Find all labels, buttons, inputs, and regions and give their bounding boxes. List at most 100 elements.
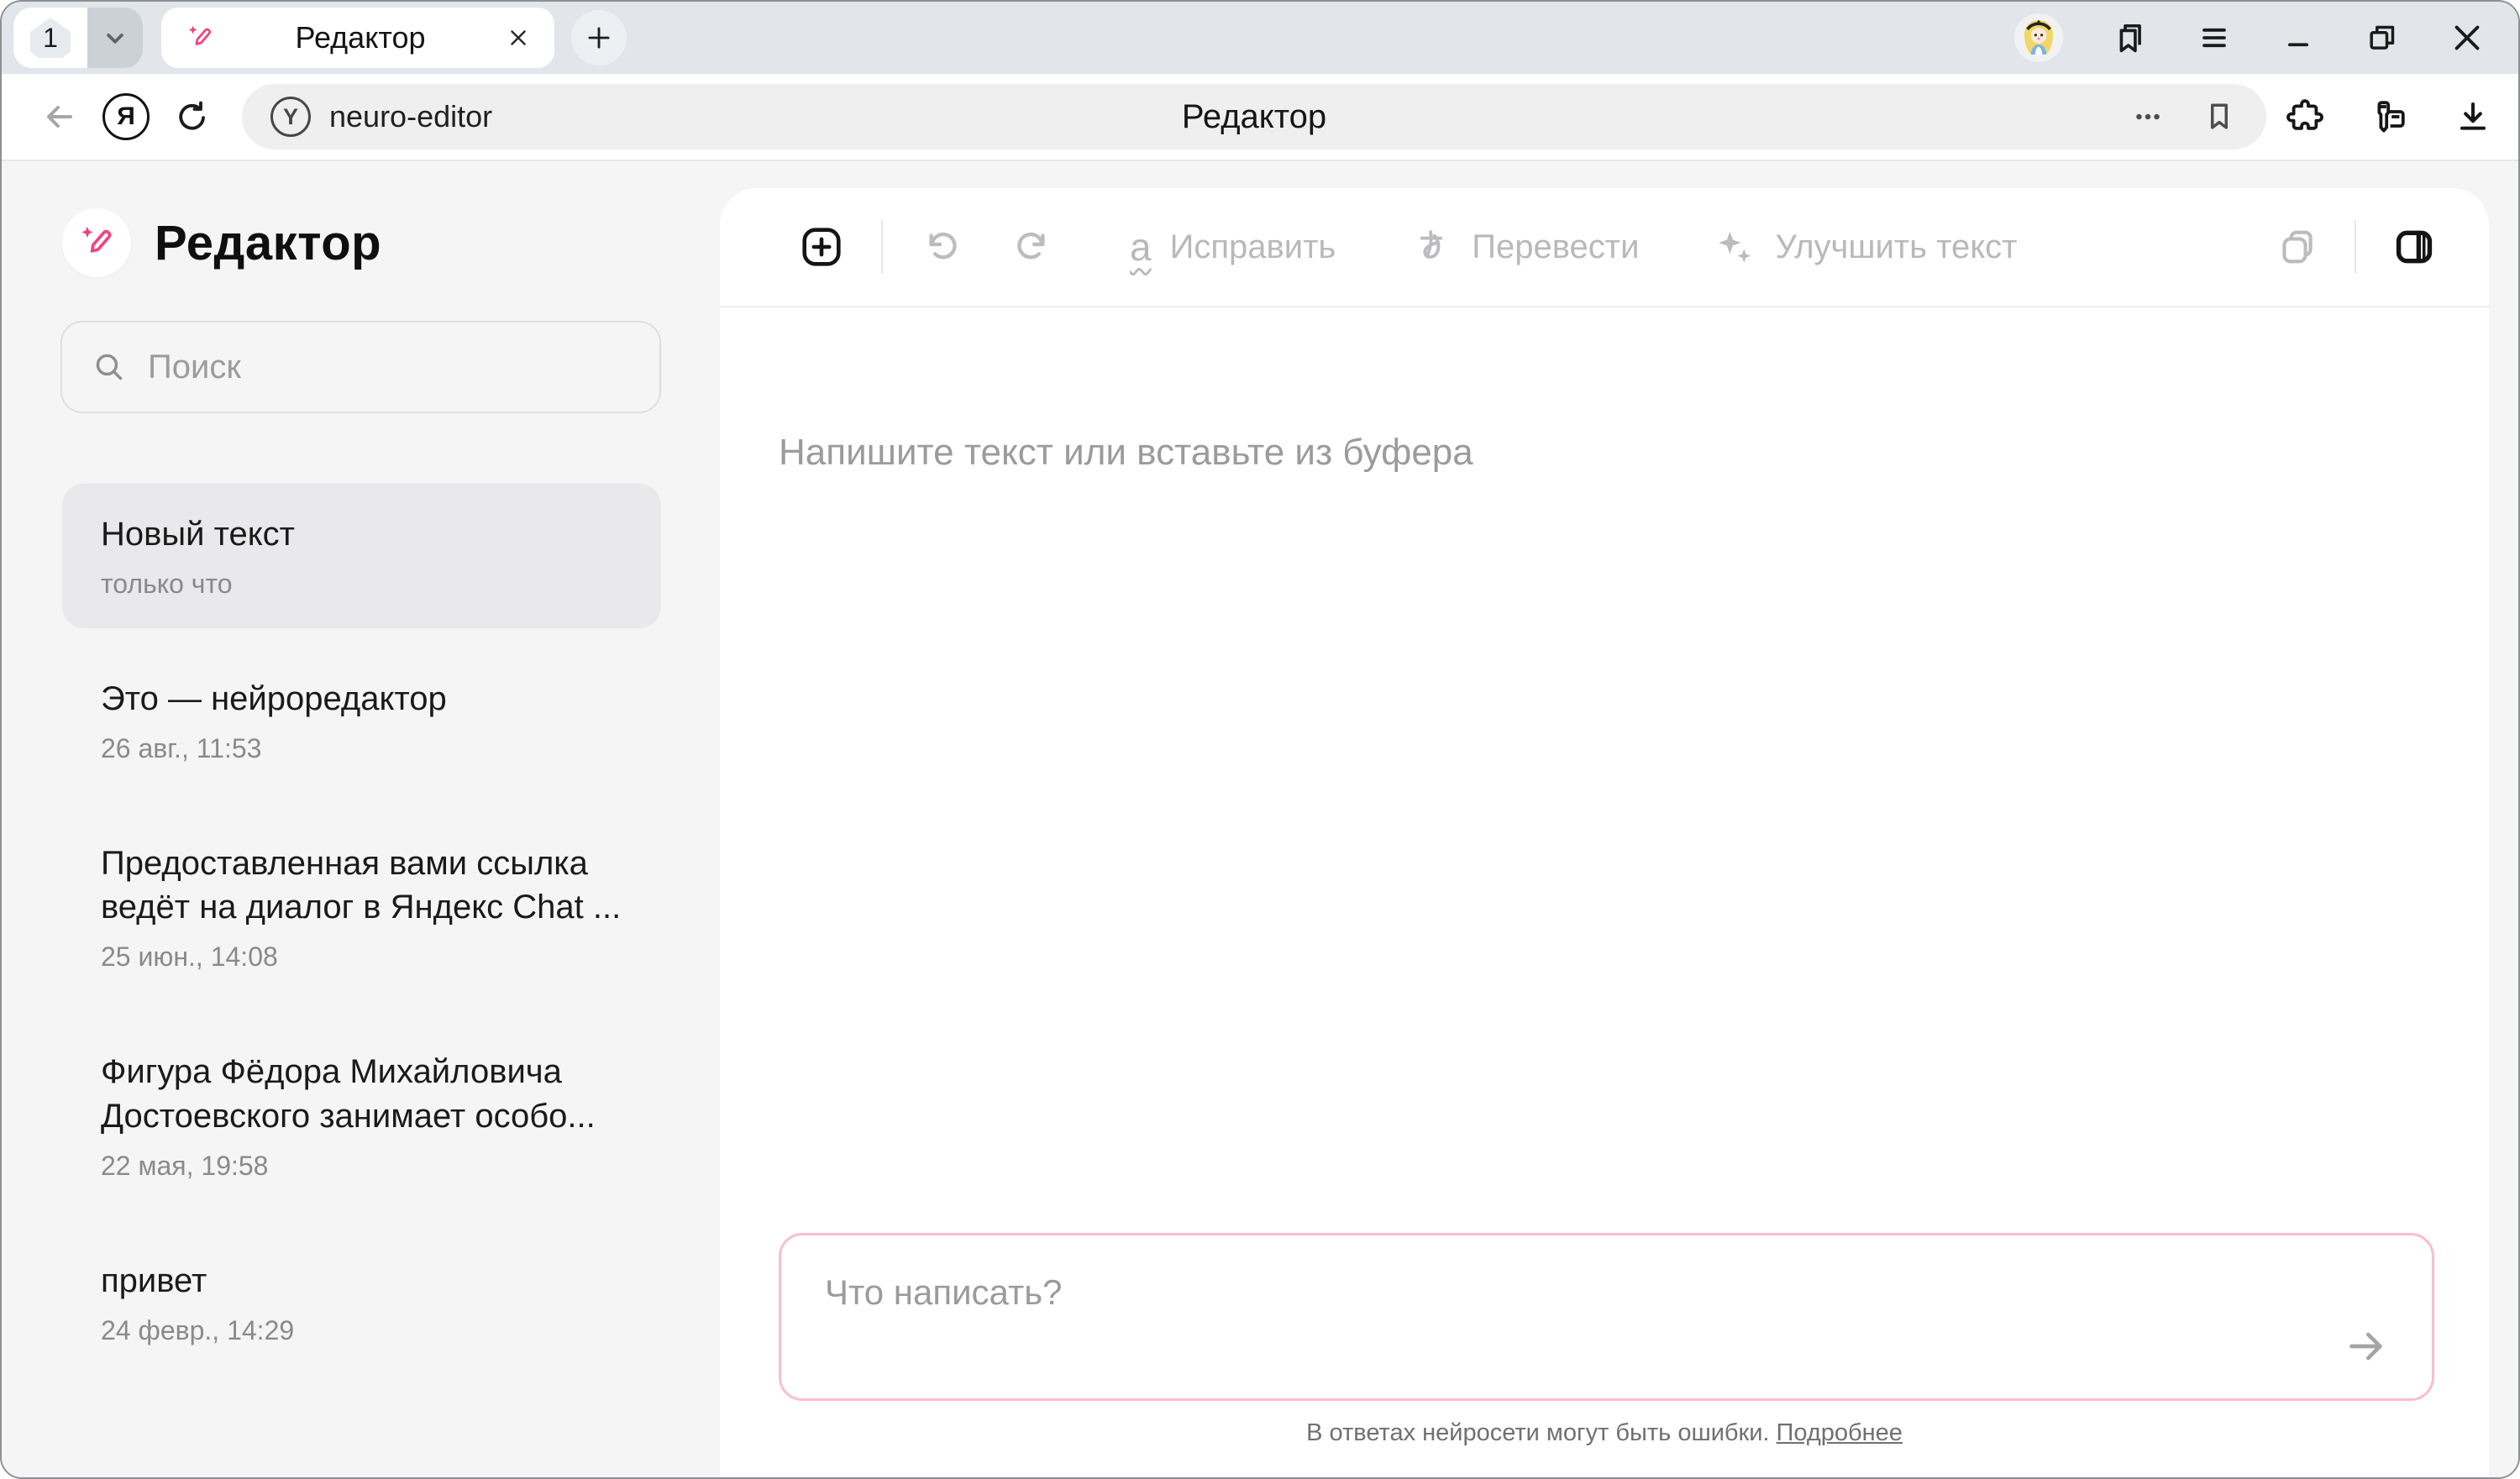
- magic-pencil-icon: [76, 223, 117, 263]
- copy-icon: [2276, 225, 2319, 269]
- disclaimer-text: В ответах нейросети могут быть ошибки.: [1306, 1419, 1769, 1446]
- hamburger-menu-icon: [2196, 19, 2233, 56]
- minimize-icon: [2280, 19, 2317, 56]
- text-editor-area[interactable]: Напишите текст или вставьте из буфера: [720, 307, 2489, 1233]
- document-timestamp: только что: [101, 569, 622, 600]
- document-timestamp: 22 мая, 19:58: [101, 1151, 622, 1182]
- improve-text-button[interactable]: Улучшить текст: [1713, 225, 2017, 269]
- document-title: Новый текст: [101, 512, 622, 557]
- url-bar-actions: [2129, 97, 2238, 136]
- tab-title: Редактор: [215, 20, 506, 55]
- ai-disclaimer: В ответах нейросети могут быть ошибки. П…: [720, 1401, 2489, 1477]
- fix-text-label: Исправить: [1170, 228, 1336, 266]
- extensions-puzzle-icon[interactable]: [2285, 97, 2325, 137]
- app-title: Редактор: [155, 215, 381, 271]
- tab-editor[interactable]: Редактор: [161, 8, 554, 68]
- ai-prompt-input[interactable]: [781, 1235, 2432, 1398]
- search-input[interactable]: [148, 349, 631, 386]
- new-document-button[interactable]: [797, 223, 846, 271]
- tab-count-button[interactable]: 1: [13, 8, 87, 68]
- document-item[interactable]: Новый текст только что: [62, 484, 661, 628]
- redo-button[interactable]: [1012, 225, 1056, 269]
- chevron-down-icon: [99, 22, 131, 54]
- document-item[interactable]: Предоставленная вами ссылка ведёт на диа…: [62, 813, 661, 1002]
- magic-pencil-icon: [185, 23, 215, 53]
- back-button[interactable]: [39, 97, 79, 137]
- plus-square-icon: [797, 223, 846, 271]
- close-window-button[interactable]: [2448, 18, 2486, 57]
- undo-button[interactable]: [918, 225, 962, 269]
- send-prompt-button[interactable]: [2343, 1323, 2390, 1370]
- disclaimer-more-link[interactable]: Подробнее: [1777, 1419, 1903, 1446]
- bookmarks-panel-button[interactable]: [2110, 18, 2149, 57]
- close-icon: [2448, 18, 2486, 57]
- document-title: Это — нейроредактор: [101, 677, 622, 721]
- address-bar: Я Y neuro-editor Редактор: [2, 74, 2518, 161]
- url-text: neuro-editor: [329, 99, 492, 134]
- document-list: Новый текст только что Это — нейроредакт…: [2, 484, 720, 1429]
- app-logo: [62, 208, 131, 277]
- tab-count-badge: 1: [29, 16, 72, 60]
- reload-icon: [173, 97, 212, 136]
- toolbar-divider: [881, 220, 883, 274]
- password-manager-icon[interactable]: [2369, 97, 2409, 137]
- yandex-home-button[interactable]: Я: [102, 93, 150, 140]
- translate-kana-icon: [1410, 225, 1453, 269]
- downloads-icon[interactable]: [2453, 97, 2493, 137]
- editor-placeholder: Напишите текст или вставьте из буфера: [779, 432, 2430, 474]
- document-title: Фигура Фёдора Михайловича Достоевского з…: [101, 1050, 622, 1139]
- toolbar-left: а Исправить Перевести Улучшить текст: [797, 220, 2017, 274]
- restore-icon: [2364, 19, 2401, 56]
- spellcheck-icon: а: [1130, 228, 1152, 266]
- document-title: привет: [101, 1259, 622, 1303]
- profile-avatar[interactable]: [2014, 13, 2063, 62]
- toggle-sidebar-button[interactable]: [2391, 224, 2437, 270]
- window-controls: [2014, 13, 2486, 62]
- bookmarks-icon: [2110, 18, 2149, 57]
- translate-label: Перевести: [1472, 228, 1639, 266]
- copy-text-button[interactable]: [2276, 225, 2319, 269]
- toolbar-right: [2276, 220, 2437, 274]
- site-favicon-icon: Y: [270, 97, 311, 137]
- minimize-window-button[interactable]: [2280, 19, 2317, 56]
- editor-toolbar: а Исправить Перевести Улучшить текст: [720, 188, 2489, 306]
- plus-icon: [583, 22, 615, 54]
- toolbar-divider: [2355, 220, 2356, 274]
- editor-panel: а Исправить Перевести Улучшить текст: [720, 188, 2489, 1477]
- yandex-logo-icon: Я: [102, 93, 150, 140]
- more-actions-icon[interactable]: [2129, 97, 2167, 136]
- document-title: Предоставленная вами ссылка ведёт на диа…: [101, 842, 622, 931]
- sparkles-icon: [1713, 225, 1756, 269]
- url-bar[interactable]: Y neuro-editor Редактор: [242, 84, 2266, 149]
- document-timestamp: 24 февр., 14:29: [101, 1315, 622, 1346]
- browser-window: 1 Редактор: [0, 0, 2520, 1479]
- restore-window-button[interactable]: [2364, 19, 2401, 56]
- new-tab-button[interactable]: [571, 10, 627, 66]
- tab-count-value: 1: [43, 23, 58, 54]
- document-item[interactable]: Это — нейроредактор 26 авг., 11:53: [62, 648, 661, 793]
- send-arrow-icon: [2343, 1323, 2390, 1370]
- document-item[interactable]: Фигура Фёдора Михайловича Достоевского з…: [62, 1021, 661, 1210]
- improve-text-label: Улучшить текст: [1775, 228, 2017, 266]
- document-timestamp: 25 июн., 14:08: [101, 941, 622, 973]
- page-content: Редактор Новый текст только что Это — не…: [2, 161, 2518, 1477]
- document-item[interactable]: привет 24 февр., 14:29: [62, 1230, 661, 1375]
- ai-prompt-box: [779, 1233, 2434, 1401]
- tab-close-icon[interactable]: [506, 25, 531, 50]
- translate-button[interactable]: Перевести: [1410, 225, 1639, 269]
- app-brand: Редактор: [2, 161, 720, 277]
- add-bookmark-icon[interactable]: [2201, 98, 2238, 135]
- document-timestamp: 26 авг., 11:53: [101, 733, 622, 764]
- fix-text-button[interactable]: а Исправить: [1130, 228, 1336, 266]
- page-title: Редактор: [242, 98, 2266, 136]
- address-bar-right: [2285, 97, 2493, 137]
- tab-list-dropdown-button[interactable]: [87, 8, 143, 68]
- tab-strip: 1 Редактор: [2, 2, 2518, 74]
- reload-button[interactable]: [173, 97, 212, 136]
- undo-icon: [918, 225, 962, 269]
- browser-menu-button[interactable]: [2196, 19, 2233, 56]
- search-box[interactable]: [60, 321, 661, 413]
- split-panel-icon: [2391, 224, 2437, 270]
- search-icon: [91, 349, 128, 385]
- tab-panel-control: 1: [13, 8, 143, 68]
